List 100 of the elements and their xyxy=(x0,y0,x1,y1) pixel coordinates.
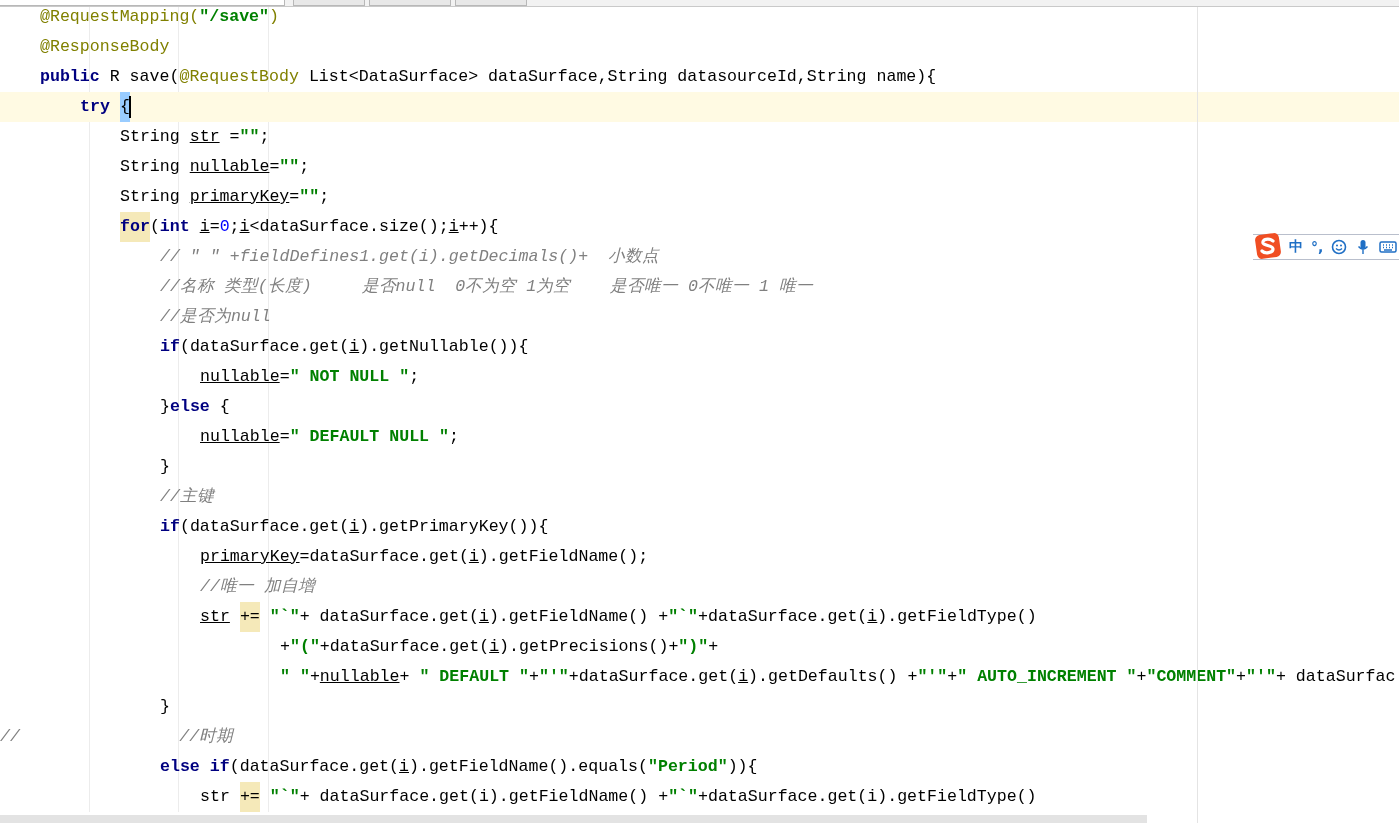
keyboard-icon[interactable] xyxy=(1379,240,1398,254)
string-literal: "`" xyxy=(668,786,698,808)
code-comment: // //时期 xyxy=(0,726,234,748)
code-comment: //是否为null xyxy=(160,306,271,328)
number-literal: 0 xyxy=(219,216,230,238)
editor-tab[interactable] xyxy=(0,0,285,6)
code-text: ).getFieldName() + xyxy=(488,606,669,628)
code-text: <dataSurface.size(); xyxy=(249,216,449,238)
string-literal: "`" xyxy=(269,606,300,628)
operator: += xyxy=(239,602,260,632)
string-literal: "" xyxy=(239,126,260,148)
code-text: + xyxy=(708,636,719,658)
code-text: + xyxy=(309,666,320,688)
variable: i xyxy=(867,606,878,628)
code-text: ).getNullable()){ xyxy=(359,336,529,358)
code-text: (dataSurface.get( xyxy=(179,336,350,358)
keyword: if xyxy=(160,336,180,358)
annotation: @RequestBody xyxy=(179,66,299,88)
horizontal-scrollbar[interactable] xyxy=(0,815,1147,823)
code-text: +dataSurface.get( xyxy=(568,666,739,688)
code-text: str xyxy=(200,786,230,808)
variable: i xyxy=(489,636,500,658)
keyword: int xyxy=(159,216,191,238)
code-text: String xyxy=(120,186,181,208)
variable: i xyxy=(199,216,210,238)
code-text: + xyxy=(1236,666,1247,688)
string-literal: "Period" xyxy=(648,756,728,778)
variable: nullable xyxy=(200,366,280,388)
code-comment: //名称 类型(长度) 是否null 0不为空 1为空 是否唯一 0不唯一 1 唯一 xyxy=(160,276,813,298)
variable: primaryKey xyxy=(200,546,300,568)
code-text: ; xyxy=(409,366,420,388)
code-text: List<DataSurface> dataSurface,String datasourceId,String name){ xyxy=(307,66,937,88)
code-text: +dataSurface.get( xyxy=(698,606,868,628)
code-text: = xyxy=(269,156,280,178)
text-cursor xyxy=(128,96,131,118)
code-text: + xyxy=(529,666,539,688)
code-text: = xyxy=(289,186,300,208)
keyword: for xyxy=(120,212,150,242)
annotation: @ResponseBody xyxy=(40,36,170,58)
variable: primaryKey xyxy=(189,186,290,208)
code-text: + xyxy=(280,636,290,658)
string-literal: " NOT NULL " xyxy=(289,366,410,388)
code-text: ).getFieldName(); xyxy=(478,546,649,568)
string-literal: "`" xyxy=(668,606,698,628)
variable: nullable xyxy=(319,666,400,688)
code-text: ).getDefaults() + xyxy=(748,666,918,688)
code-text: + xyxy=(1136,666,1147,688)
code-text: = xyxy=(279,426,290,448)
string-literal: "'" xyxy=(538,666,569,688)
code-comment: // " " +fieldDefines1.get(i).getDecimals()+ 小数点 xyxy=(160,246,660,268)
string-literal: " " xyxy=(280,666,310,688)
string-literal: " DEFAULT NULL " xyxy=(289,426,449,448)
keyword: public xyxy=(40,66,100,88)
string-literal: "" xyxy=(279,156,300,178)
code-text: ; xyxy=(319,186,330,208)
code-text: String xyxy=(120,156,181,178)
code-text: =dataSurface.get( xyxy=(299,546,469,568)
variable: str xyxy=(189,126,220,148)
smiley-icon[interactable] xyxy=(1331,239,1348,255)
keyword: if xyxy=(160,516,180,538)
annotation: @RequestMapping( xyxy=(40,6,200,28)
code-text: +dataSurface.get( xyxy=(319,636,490,658)
code-text: + dataSurface.get(i).getFieldName() + xyxy=(299,786,669,808)
variable: i xyxy=(349,336,360,358)
code-text: ; xyxy=(299,156,310,178)
variable: i xyxy=(468,546,479,568)
variable: i xyxy=(478,606,489,628)
variable: str xyxy=(200,606,230,628)
string-literal: "" xyxy=(299,186,320,208)
code-text: ).getFieldType() xyxy=(877,606,1037,628)
operator: += xyxy=(239,782,260,812)
string-literal: ")" xyxy=(678,636,709,658)
string-literal: "'" xyxy=(917,666,948,688)
code-text: = xyxy=(279,366,290,388)
code-text: +dataSurface.get(i).getFieldType() xyxy=(698,786,1037,808)
code-comment: //主键 xyxy=(160,486,214,508)
variable: i xyxy=(239,216,250,238)
code-text: )){ xyxy=(727,756,758,778)
code-text: + dataSurfac xyxy=(1275,666,1396,688)
code-text: ).getPrecisions()+ xyxy=(499,636,679,658)
language-toggle[interactable]: 中 xyxy=(1289,238,1303,256)
code-text: ).getFieldName().equals( xyxy=(409,756,648,778)
string-literal: "`" xyxy=(269,786,300,808)
code-text: = xyxy=(228,126,240,148)
variable: nullable xyxy=(189,156,270,178)
code-text: ++){ xyxy=(458,216,499,238)
keyword: else if xyxy=(160,756,230,778)
code-text: R save( xyxy=(108,66,180,88)
variable: i xyxy=(399,756,409,778)
brace: { xyxy=(119,92,130,122)
code-text: = xyxy=(209,216,220,238)
keyword: else xyxy=(169,396,210,418)
code-text: ; xyxy=(229,216,240,238)
variable: nullable xyxy=(200,426,280,448)
code-text: } xyxy=(160,696,170,718)
string-literal: "COMMENT" xyxy=(1146,666,1237,688)
ime-logo-icon[interactable] xyxy=(1255,233,1281,259)
code-text: } xyxy=(160,396,170,418)
punctuation-toggle[interactable]: °, xyxy=(1311,239,1324,255)
variable: i xyxy=(448,216,459,238)
